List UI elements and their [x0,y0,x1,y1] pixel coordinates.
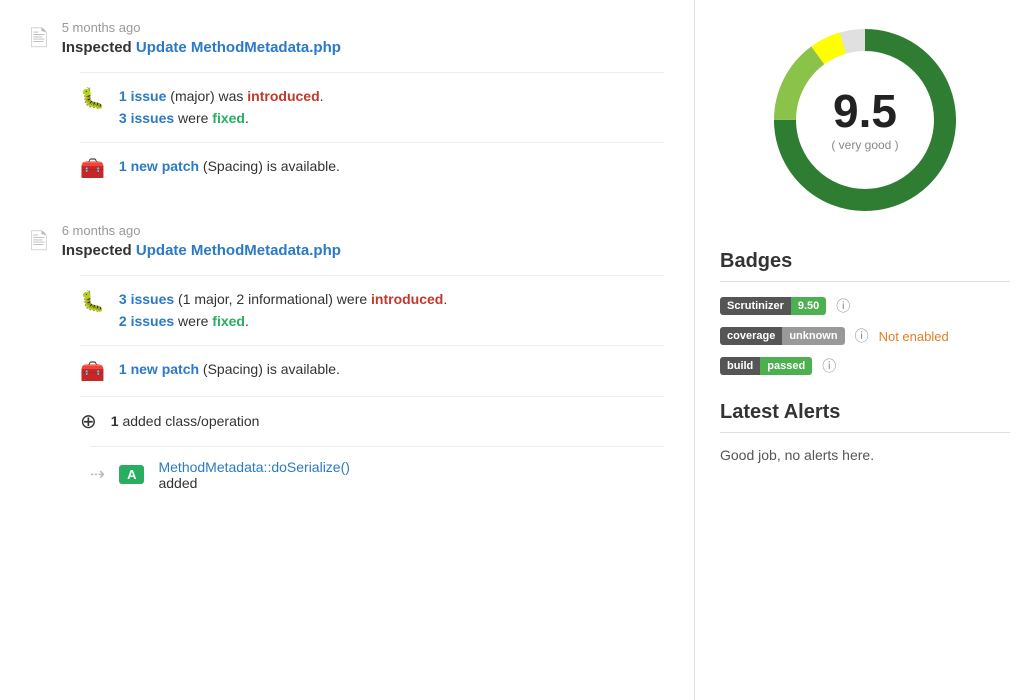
badges-title: Badges [720,250,1010,282]
title-link-1[interactable]: Update MethodMetadata.php [136,39,341,56]
score-ring-wrapper: 9.5 ( very good ) [765,20,965,220]
method-badge-2: A [119,465,144,484]
title-link-2[interactable]: Update MethodMetadata.php [136,242,341,259]
commit-header-1: 🖹 5 months ago Inspected Update MethodMe… [30,20,664,60]
build-badge[interactable]: build passed [720,357,812,375]
timestamp-2: 6 months ago [62,223,664,238]
scrutinizer-label: Scrutinizer [720,297,791,315]
coverage-badge-row: coverage unknown ⓘ Not enabled [720,326,1010,346]
scrutinizer-info-icon[interactable]: ⓘ [836,296,850,316]
alerts-text: Good job, no alerts here. [720,447,1010,463]
alerts-title: Latest Alerts [720,401,1010,433]
score-center: 9.5 ( very good ) [831,88,898,152]
commit-details-1: 🐛 1 issue (major) was introduced. 3 issu… [80,72,664,193]
bug-icon-2: 🐛 [80,289,105,314]
fixed-label-1: fixed [212,110,245,126]
patch-link-2[interactable]: 1 new patch [119,361,199,377]
method-link-container: MethodMetadata::doSerialize() added [158,459,349,491]
left-panel: 🖹 5 months ago Inspected Update MethodMe… [0,0,695,700]
added-row-2: ⊕ 1 added class/operation [80,396,664,446]
scrutinizer-badge-row: Scrutinizer 9.50 ⓘ [720,296,1010,316]
patch-text-2: 1 new patch (Spacing) is available. [119,358,664,380]
arrow-icon-2: ⇢ [90,464,105,485]
introduced-label-1: introduced [247,88,319,104]
commit-title-1: Inspected Update MethodMetadata.php [62,39,664,56]
method-action-2: added [158,475,197,491]
issues-row-1: 🐛 1 issue (major) was introduced. 3 issu… [80,72,664,142]
added-text-2: 1 added class/operation [111,410,664,432]
patch-link-1[interactable]: 1 new patch [119,158,199,174]
method-row-2: ⇢ A MethodMetadata::doSerialize() added [90,446,664,503]
build-badge-row: build passed ⓘ [720,356,1010,376]
patch-icon-1: 🧰 [80,156,105,181]
title-prefix-1: Inspected [62,39,132,56]
build-label: build [720,357,760,375]
commit-title-2: Inspected Update MethodMetadata.php [62,242,664,259]
timestamp-1: 5 months ago [62,20,664,35]
file-icon-2: 🖹 [30,225,48,263]
patch-icon-2: 🧰 [80,359,105,384]
score-value: 9.5 [831,88,898,134]
patch-row-1: 🧰 1 new patch (Spacing) is available. [80,142,664,193]
commit-meta-2: 6 months ago Inspected Update MethodMeta… [62,223,664,259]
coverage-value: unknown [782,327,844,345]
commit-details-2: 🐛 3 issues (1 major, 2 informational) we… [80,275,664,503]
issues-row-2: 🐛 3 issues (1 major, 2 informational) we… [80,275,664,345]
patch-row-2: 🧰 1 new patch (Spacing) is available. [80,345,664,396]
badges-section: Badges Scrutinizer 9.50 ⓘ coverage unkno… [720,250,1010,376]
coverage-badge[interactable]: coverage unknown [720,327,845,345]
coverage-info-icon[interactable]: ⓘ [855,326,869,346]
right-panel: 9.5 ( very good ) Badges Scrutinizer 9.5… [695,0,1035,700]
commit-meta-1: 5 months ago Inspected Update MethodMeta… [62,20,664,56]
scrutinizer-badge[interactable]: Scrutinizer 9.50 [720,297,826,315]
coverage-not-enabled: Not enabled [879,329,949,344]
file-icon-1: 🖹 [30,22,48,60]
issue-count-1[interactable]: 1 issue [119,88,166,104]
score-ring-container: 9.5 ( very good ) [720,20,1010,220]
plus-icon-2: ⊕ [80,409,97,434]
scrutinizer-value: 9.50 [791,297,826,315]
build-value: passed [760,357,812,375]
score-label: ( very good ) [831,138,898,152]
alerts-section: Latest Alerts Good job, no alerts here. [720,401,1010,463]
issues-text-1: 1 issue (major) was introduced. 3 issues… [119,85,664,130]
patch-text-1: 1 new patch (Spacing) is available. [119,155,664,177]
commit-header-2: 🖹 6 months ago Inspected Update MethodMe… [30,223,664,263]
build-info-icon[interactable]: ⓘ [822,356,836,376]
introduced-label-2: introduced [371,291,443,307]
bug-icon-1: 🐛 [80,86,105,111]
method-link-2[interactable]: MethodMetadata::doSerialize() [158,459,349,475]
commit-entry-1: 🖹 5 months ago Inspected Update MethodMe… [30,20,664,193]
fixed-count-2[interactable]: 2 issues [119,313,174,329]
issues-text-2: 3 issues (1 major, 2 informational) were… [119,288,664,333]
issue-count-2[interactable]: 3 issues [119,291,174,307]
fixed-count-1[interactable]: 3 issues [119,110,174,126]
title-prefix-2: Inspected [62,242,132,259]
coverage-label: coverage [720,327,782,345]
commit-entry-2: 🖹 6 months ago Inspected Update MethodMe… [30,223,664,503]
fixed-label-2: fixed [212,313,245,329]
